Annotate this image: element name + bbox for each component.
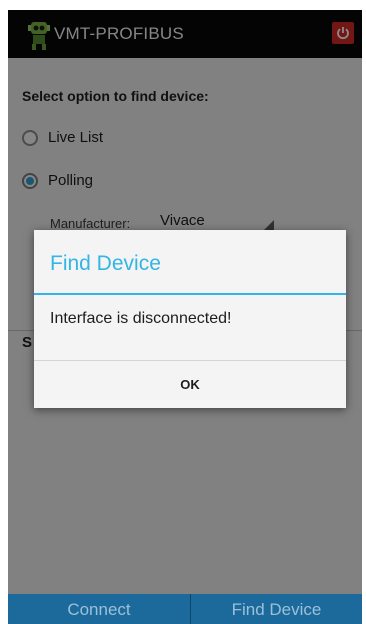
find-device-dialog: Find Device Interface is disconnected! O… xyxy=(34,230,346,408)
find-device-button[interactable]: Find Device xyxy=(191,594,362,624)
ok-button[interactable]: OK xyxy=(34,361,346,408)
bottom-bar: Connect Find Device xyxy=(8,594,362,624)
dialog-message: Interface is disconnected! xyxy=(50,310,232,327)
connect-button[interactable]: Connect xyxy=(8,594,190,624)
app-window: VMT-PROFIBUS Select option to find devic… xyxy=(8,10,362,624)
dialog-title-rule xyxy=(34,293,346,295)
dialog-title: Find Device xyxy=(50,252,161,275)
